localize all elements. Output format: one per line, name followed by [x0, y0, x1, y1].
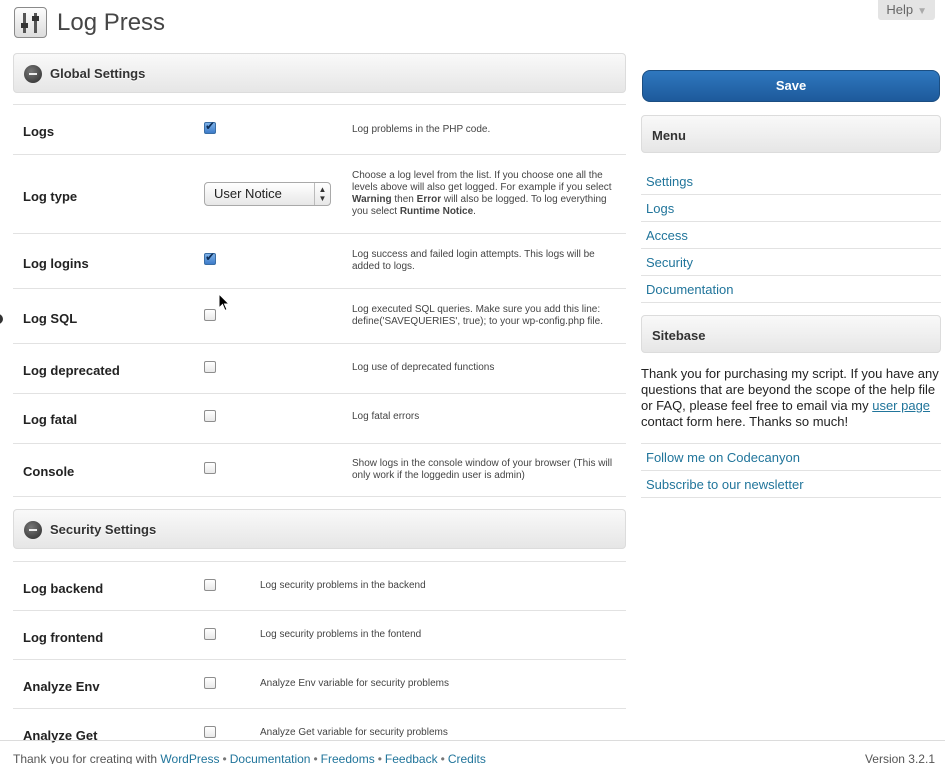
setting-name: Log backend [23, 581, 104, 596]
chevron-down-icon: ▼ [917, 6, 927, 17]
setting-name: Log deprecated [23, 363, 120, 378]
global-settings-header[interactable]: Global Settings [13, 53, 626, 93]
setting-name: Log SQL [23, 311, 78, 326]
setting-row-log-frontend: Log frontend Log security problems in th… [13, 611, 626, 660]
setting-description: Log fatal errors [352, 411, 420, 422]
setting-name: Logs [23, 124, 55, 139]
setting-row-log-sql: Log SQL Log executed SQL queries. Make s… [13, 289, 626, 344]
collapse-icon[interactable] [24, 521, 42, 539]
setting-description: Analyze Get variable for security proble… [260, 727, 448, 738]
feedback-link[interactable]: Feedback [385, 752, 438, 764]
analyze-env-checkbox[interactable] [204, 677, 216, 689]
help-label: Help [886, 2, 914, 17]
collapse-icon[interactable] [24, 65, 42, 83]
setting-row-log-deprecated: Log deprecated Log use of deprecated fun… [13, 344, 626, 394]
newsletter-link[interactable]: Subscribe to our newsletter [641, 471, 941, 498]
setting-description: Log security problems in the fontend [260, 629, 422, 640]
setting-row-analyze-env: Analyze Env Analyze Env variable for sec… [13, 660, 626, 709]
setting-row-console: Console Show logs in the console window … [13, 444, 626, 497]
menu-title: Menu [652, 128, 686, 143]
setting-name: Analyze Env [23, 679, 100, 694]
edge-marker [0, 314, 3, 324]
menu-item-access[interactable]: Access [641, 222, 941, 249]
setting-name: Console [23, 464, 75, 479]
logs-checkbox[interactable] [204, 119, 216, 134]
section-title: Global Settings [50, 66, 146, 81]
sitebase-title: Sitebase [652, 328, 706, 343]
setting-description: Choose a log level from the list. If you… [352, 170, 612, 217]
setting-description: Log success and failed login attempts. T… [352, 249, 595, 272]
documentation-link[interactable]: Documentation [230, 752, 311, 764]
mouse-cursor-icon [218, 293, 230, 312]
setting-row-analyze-get: Analyze Get Analyze Get variable for sec… [13, 709, 626, 743]
select-arrows-icon: ▲ ▼ [314, 183, 330, 205]
log-deprecated-checkbox[interactable] [204, 361, 216, 373]
menu-item-logs[interactable]: Logs [641, 195, 941, 222]
setting-description: Log security problems in the backend [260, 580, 426, 591]
section-title: Security Settings [50, 522, 157, 537]
setting-row-log-backend: Log backend Log security problems in the… [13, 562, 626, 611]
save-button[interactable]: Save [642, 70, 940, 102]
sitebase-box-header: Sitebase [641, 315, 941, 353]
setting-name: Log logins [23, 256, 89, 271]
console-checkbox[interactable] [204, 462, 216, 474]
log-type-select[interactable]: User Notice ▲ ▼ [204, 182, 331, 206]
setting-row-log-logins: Log logins Log success and failed login … [13, 234, 626, 289]
setting-description: Analyze Env variable for security proble… [260, 678, 449, 689]
menu-item-settings[interactable]: Settings [641, 168, 941, 195]
select-value: User Notice [214, 186, 282, 201]
log-frontend-checkbox[interactable] [204, 628, 216, 640]
sliders-icon [21, 13, 39, 33]
menu-item-documentation[interactable]: Documentation [641, 276, 941, 303]
menu-item-security[interactable]: Security [641, 249, 941, 276]
plugin-icon [14, 7, 47, 38]
footer: Thank you for creating with WordPress • Do… [0, 740, 945, 764]
setting-description: Log use of deprecated functions [352, 362, 495, 373]
credits-link[interactable]: Credits [448, 752, 486, 764]
log-logins-checkbox[interactable] [204, 250, 216, 265]
setting-name: Log type [23, 189, 78, 204]
setting-row-logs: Logs Log problems in the PHP code. [13, 105, 626, 155]
analyze-get-checkbox[interactable] [204, 726, 216, 738]
log-sql-checkbox[interactable] [204, 309, 216, 321]
help-tab[interactable]: Help ▼ [878, 0, 935, 20]
setting-name: Log fatal [23, 412, 78, 427]
footer-credits: Thank you for creating with WordPress • Do… [13, 752, 486, 764]
sitebase-text: Thank you for purchasing my script. If y… [641, 366, 939, 429]
setting-name: Log frontend [23, 630, 104, 645]
wordpress-link[interactable]: WordPress [160, 752, 219, 764]
setting-description: Show logs in the console window of your … [352, 458, 613, 481]
security-settings-header[interactable]: Security Settings [13, 509, 626, 549]
version-label: Version 3.2.1 [864, 752, 935, 764]
follow-codecanyon-link[interactable]: Follow me on Codecanyon [641, 444, 941, 471]
log-fatal-checkbox[interactable] [204, 410, 216, 422]
freedoms-link[interactable]: Freedoms [321, 752, 375, 764]
page-title: Log Press [57, 9, 166, 36]
log-backend-checkbox[interactable] [204, 579, 216, 591]
setting-description: Log problems in the PHP code. [352, 124, 491, 135]
user-page-link[interactable]: user page [872, 398, 930, 413]
setting-row-log-fatal: Log fatal Log fatal errors [13, 394, 626, 444]
setting-description: Log executed SQL queries. Make sure you … [352, 304, 603, 327]
menu-box-header: Menu [641, 115, 941, 153]
setting-row-log-type: Log type User Notice ▲ ▼ Choose a log lev… [13, 155, 626, 234]
